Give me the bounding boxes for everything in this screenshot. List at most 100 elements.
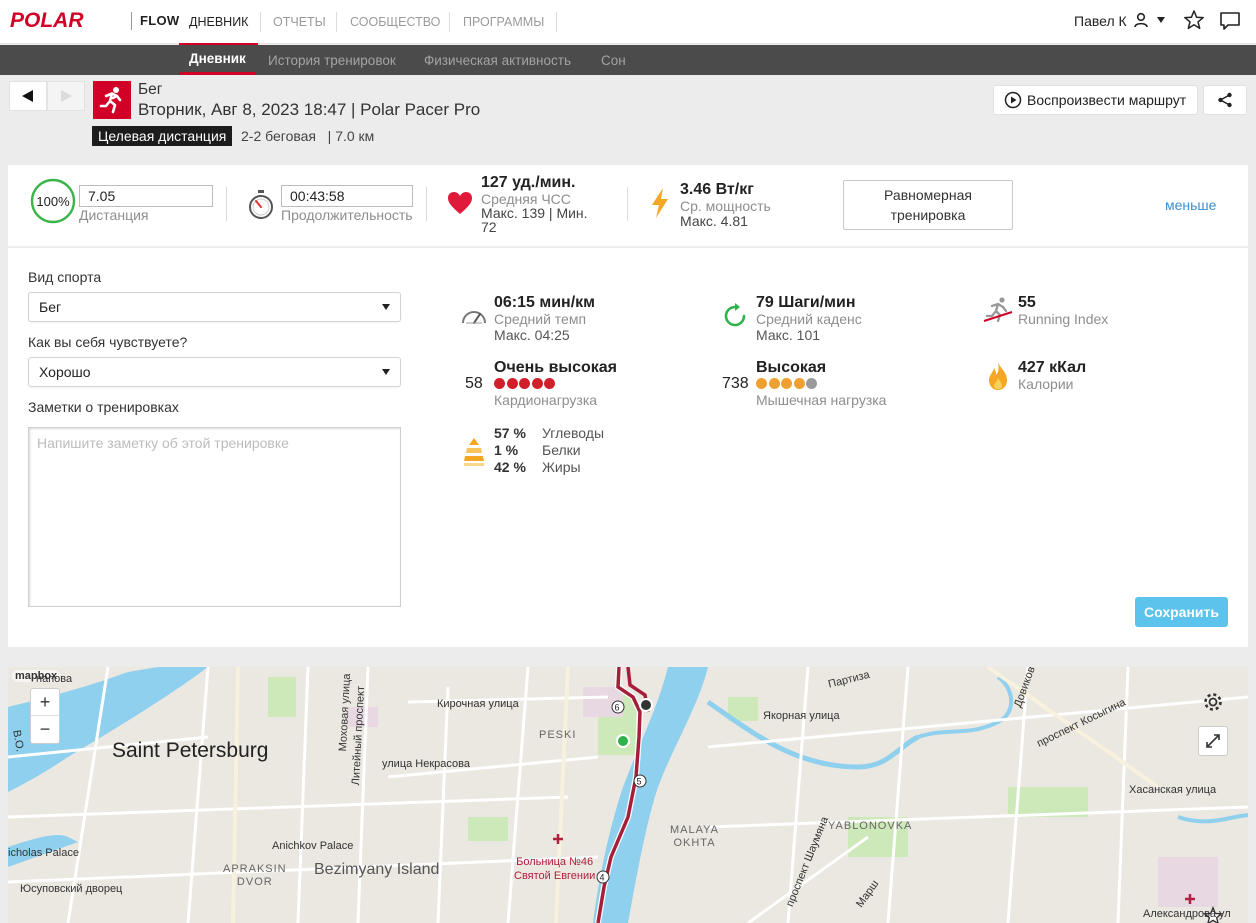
fat-percent: 42 %	[494, 459, 526, 475]
zoom-controls: + −	[30, 688, 60, 744]
load-dot-filled	[768, 378, 780, 389]
duration-input[interactable]: 00:43:58	[281, 185, 413, 207]
map-label-street: Александрова ул	[1143, 908, 1231, 920]
running-index-icon	[982, 296, 1014, 329]
load-dot-filled	[793, 378, 805, 389]
load-dot-filled	[531, 378, 543, 389]
pace-gauge-icon	[461, 305, 487, 330]
pace-label: Средний темп	[494, 311, 587, 327]
tab-community[interactable]: СООБЩЕСТВО	[340, 0, 450, 44]
subtab-physical-activity[interactable]: Физическая активность	[414, 45, 581, 75]
map-label-hospital: Больница №46 Святой Евгении	[514, 856, 596, 882]
zoom-in-button[interactable]: +	[31, 689, 59, 717]
load-dot-filled	[506, 378, 518, 389]
play-icon	[1004, 91, 1022, 109]
stat-divider	[426, 187, 427, 221]
cardio-load-dots	[494, 376, 557, 389]
flame-icon	[987, 361, 1009, 396]
previous-session-button[interactable]	[9, 81, 47, 111]
pace-value: 06:15 мин/км	[494, 294, 595, 311]
svg-text:4: 4	[600, 873, 605, 883]
user-menu-name[interactable]: Павел К	[1074, 13, 1127, 29]
svg-text:6: 6	[615, 703, 620, 713]
muscle-load-score: 738	[722, 375, 749, 392]
share-icon	[1218, 92, 1232, 108]
stopwatch-icon	[247, 189, 275, 226]
sport-type-label: Вид спорта	[28, 269, 102, 285]
chevron-down-icon	[382, 369, 390, 375]
dropdown-caret-icon[interactable]	[1157, 17, 1165, 23]
load-dot-filled	[781, 378, 792, 389]
map-label-street: Якорная улица	[763, 710, 840, 722]
nav-divider	[449, 12, 450, 32]
star-icon[interactable]	[1183, 9, 1205, 36]
feeling-select[interactable]: Хорошо	[28, 357, 401, 387]
tab-reports[interactable]: ОТЧЕТЫ	[263, 0, 336, 44]
user-icon[interactable]	[1133, 12, 1149, 33]
save-button[interactable]: Сохранить	[1135, 597, 1228, 627]
pace-max: Макс. 04:25	[494, 327, 570, 343]
subtab-diary[interactable]: Дневник	[179, 45, 256, 75]
cardio-load-value: Очень высокая	[494, 359, 617, 376]
progress-percent: 100%	[36, 194, 70, 209]
notes-textarea[interactable]: Напишите заметку об этой тренировке	[28, 427, 401, 607]
heart-rate-value: 127 уд./мин.	[481, 174, 576, 191]
protein-percent: 1 %	[494, 442, 519, 458]
cardio-load-label: Кардионагрузка	[494, 392, 598, 408]
zoom-out-button[interactable]: −	[31, 716, 59, 743]
load-dot-filled	[544, 378, 555, 389]
heart-rate-minmax: Макс. 139 | Мин. 72	[481, 205, 588, 235]
subtab-training-history[interactable]: История тренировок	[258, 45, 406, 75]
logo-separator	[131, 12, 132, 30]
arrow-left-icon	[22, 90, 33, 102]
nav-divider	[336, 12, 337, 32]
sport-type-select[interactable]: Бег	[28, 292, 401, 322]
map-settings-button[interactable]	[1198, 687, 1228, 717]
target-info: 2-2 беговая | 7.0 км	[241, 128, 375, 144]
running-index-label: Running Index	[1018, 311, 1109, 327]
route-map[interactable]: 6 5 4 mapbox + − Saint Petersburg Кирочн…	[8, 667, 1248, 923]
subtab-sleep[interactable]: Сон	[591, 45, 636, 75]
map-label-district: MALAYA OKHTA	[670, 824, 719, 849]
load-dot-empty	[806, 378, 817, 389]
session-sport-name: Бег	[138, 81, 163, 98]
svg-text:POLAR: POLAR	[10, 10, 84, 30]
duration-label: Продолжительность	[281, 207, 413, 223]
replay-route-button[interactable]: Воспроизвести маршрут	[993, 85, 1198, 115]
cadence-value: 79 Шаги/мин	[756, 294, 856, 311]
map-label-street: напова	[36, 673, 73, 685]
svg-text:5: 5	[637, 777, 642, 787]
power-value: 3.46 Вт/кг	[680, 181, 754, 198]
show-less-link[interactable]: меньше	[1165, 197, 1216, 213]
distance-input[interactable]: 7.05	[79, 185, 213, 207]
polar-logo[interactable]: POLAR	[10, 9, 128, 32]
running-index-value: 55	[1018, 294, 1036, 311]
map-label-poi: Юсуповский дворец	[20, 883, 123, 895]
cadence-max: Макс. 101	[756, 327, 821, 343]
notes-label: Заметки о тренировках	[28, 399, 179, 415]
carbs-label: Углеводы	[542, 425, 605, 441]
city-label: Saint Petersburg	[112, 739, 269, 762]
feeling-label: Как вы себя чувствуете?	[28, 334, 188, 350]
stat-divider	[627, 187, 628, 221]
chevron-down-icon	[382, 304, 390, 310]
next-session-button[interactable]	[47, 81, 85, 111]
session-date-device: Вторник, Авг 8, 2023 18:47 | Polar Pacer…	[138, 100, 481, 119]
distance-label: Дистанция	[79, 207, 149, 223]
nav-divider	[556, 12, 557, 32]
muscle-load-label: Мышечная нагрузка	[756, 392, 887, 408]
map-label-street: Кирочная улица	[437, 698, 519, 710]
training-type-button[interactable]: Равномерная тренировка	[843, 180, 1013, 230]
power-label: Ср. мощность	[680, 198, 771, 214]
fullscreen-button[interactable]	[1198, 726, 1228, 756]
cadence-icon	[722, 303, 748, 334]
tab-programs[interactable]: ПРОГРАММЫ	[453, 0, 554, 44]
lightning-icon	[649, 187, 671, 224]
flow-label: FLOW	[140, 13, 180, 28]
tab-diary[interactable]: ДНЕВНИК	[179, 0, 259, 46]
cadence-label: Средний каденс	[756, 311, 862, 327]
expand-icon	[1206, 734, 1220, 748]
message-icon[interactable]	[1219, 11, 1241, 36]
fat-label: Жиры	[542, 459, 581, 475]
share-button[interactable]	[1203, 85, 1247, 115]
